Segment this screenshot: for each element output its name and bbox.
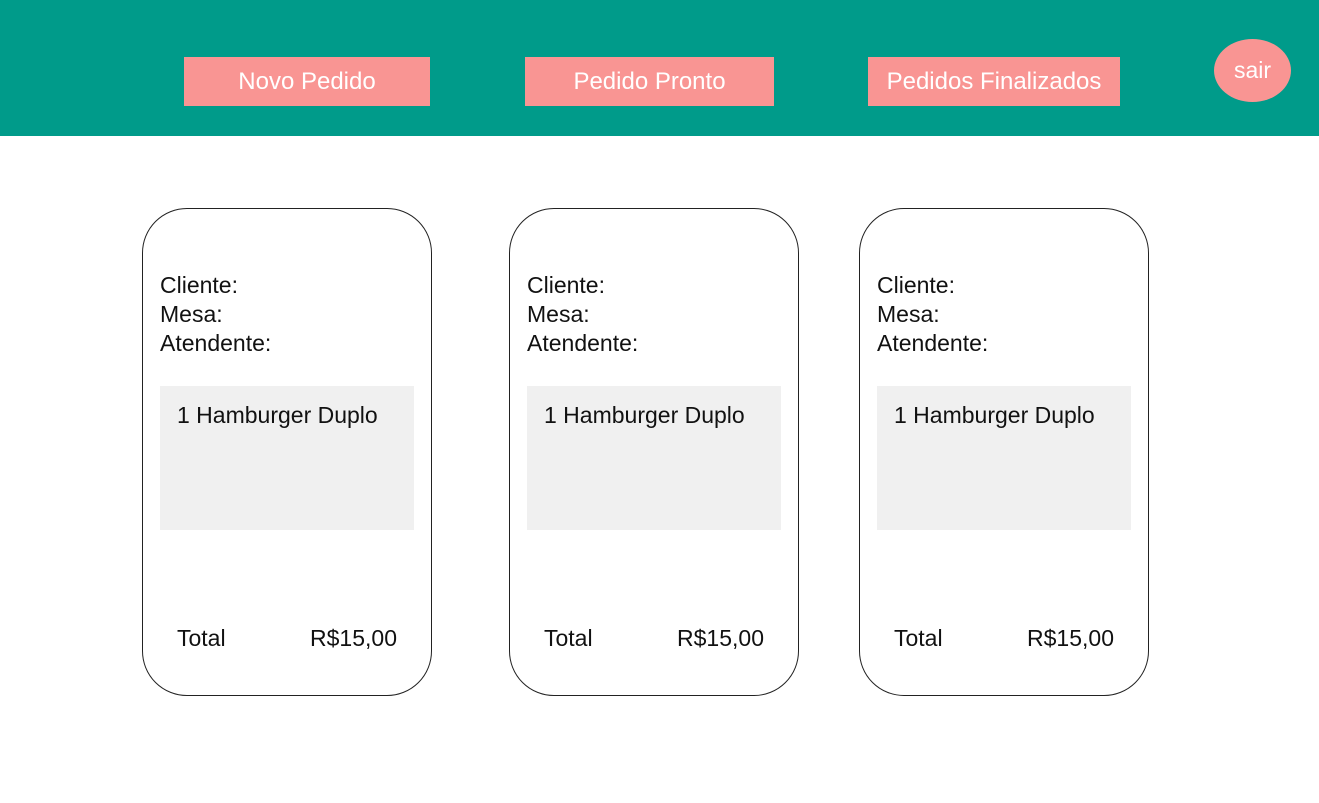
order-items: 1 Hamburger Duplo <box>877 386 1131 530</box>
new-order-button[interactable]: Novo Pedido <box>184 57 430 106</box>
order-items: 1 Hamburger Duplo <box>160 386 414 530</box>
order-items: 1 Hamburger Duplo <box>527 386 781 530</box>
table-label: Mesa: <box>527 301 590 327</box>
order-item: 1 Hamburger Duplo <box>177 402 378 428</box>
logout-button[interactable]: sair <box>1214 39 1291 102</box>
order-info: Cliente: Mesa: Atendente: <box>527 271 638 358</box>
order-ready-button[interactable]: Pedido Pronto <box>525 57 774 106</box>
order-info: Cliente: Mesa: Atendente: <box>877 271 988 358</box>
client-label: Cliente: <box>160 272 238 298</box>
attendant-label: Atendente: <box>160 330 272 356</box>
total-value: R$15,00 <box>677 625 764 651</box>
attendant-label: Atendente: <box>877 330 989 356</box>
table-label: Mesa: <box>877 301 940 327</box>
order-card: Cliente: Mesa: Atendente: 1 Hamburger Du… <box>142 208 432 696</box>
order-info: Cliente: Mesa: Atendente: <box>160 271 271 358</box>
total-value: R$15,00 <box>310 625 397 651</box>
total-label: Total <box>177 625 226 651</box>
finished-orders-button[interactable]: Pedidos Finalizados <box>868 57 1120 106</box>
table-label: Mesa: <box>160 301 223 327</box>
order-card: Cliente: Mesa: Atendente: 1 Hamburger Du… <box>859 208 1149 696</box>
order-item: 1 Hamburger Duplo <box>544 402 745 428</box>
total-value: R$15,00 <box>1027 625 1114 651</box>
total-label: Total <box>894 625 943 651</box>
attendant-label: Atendente: <box>527 330 639 356</box>
client-label: Cliente: <box>877 272 955 298</box>
top-bar: Novo Pedido Pedido Pronto Pedidos Finali… <box>0 0 1319 136</box>
total-label: Total <box>544 625 593 651</box>
client-label: Cliente: <box>527 272 605 298</box>
order-item: 1 Hamburger Duplo <box>894 402 1095 428</box>
order-card: Cliente: Mesa: Atendente: 1 Hamburger Du… <box>509 208 799 696</box>
